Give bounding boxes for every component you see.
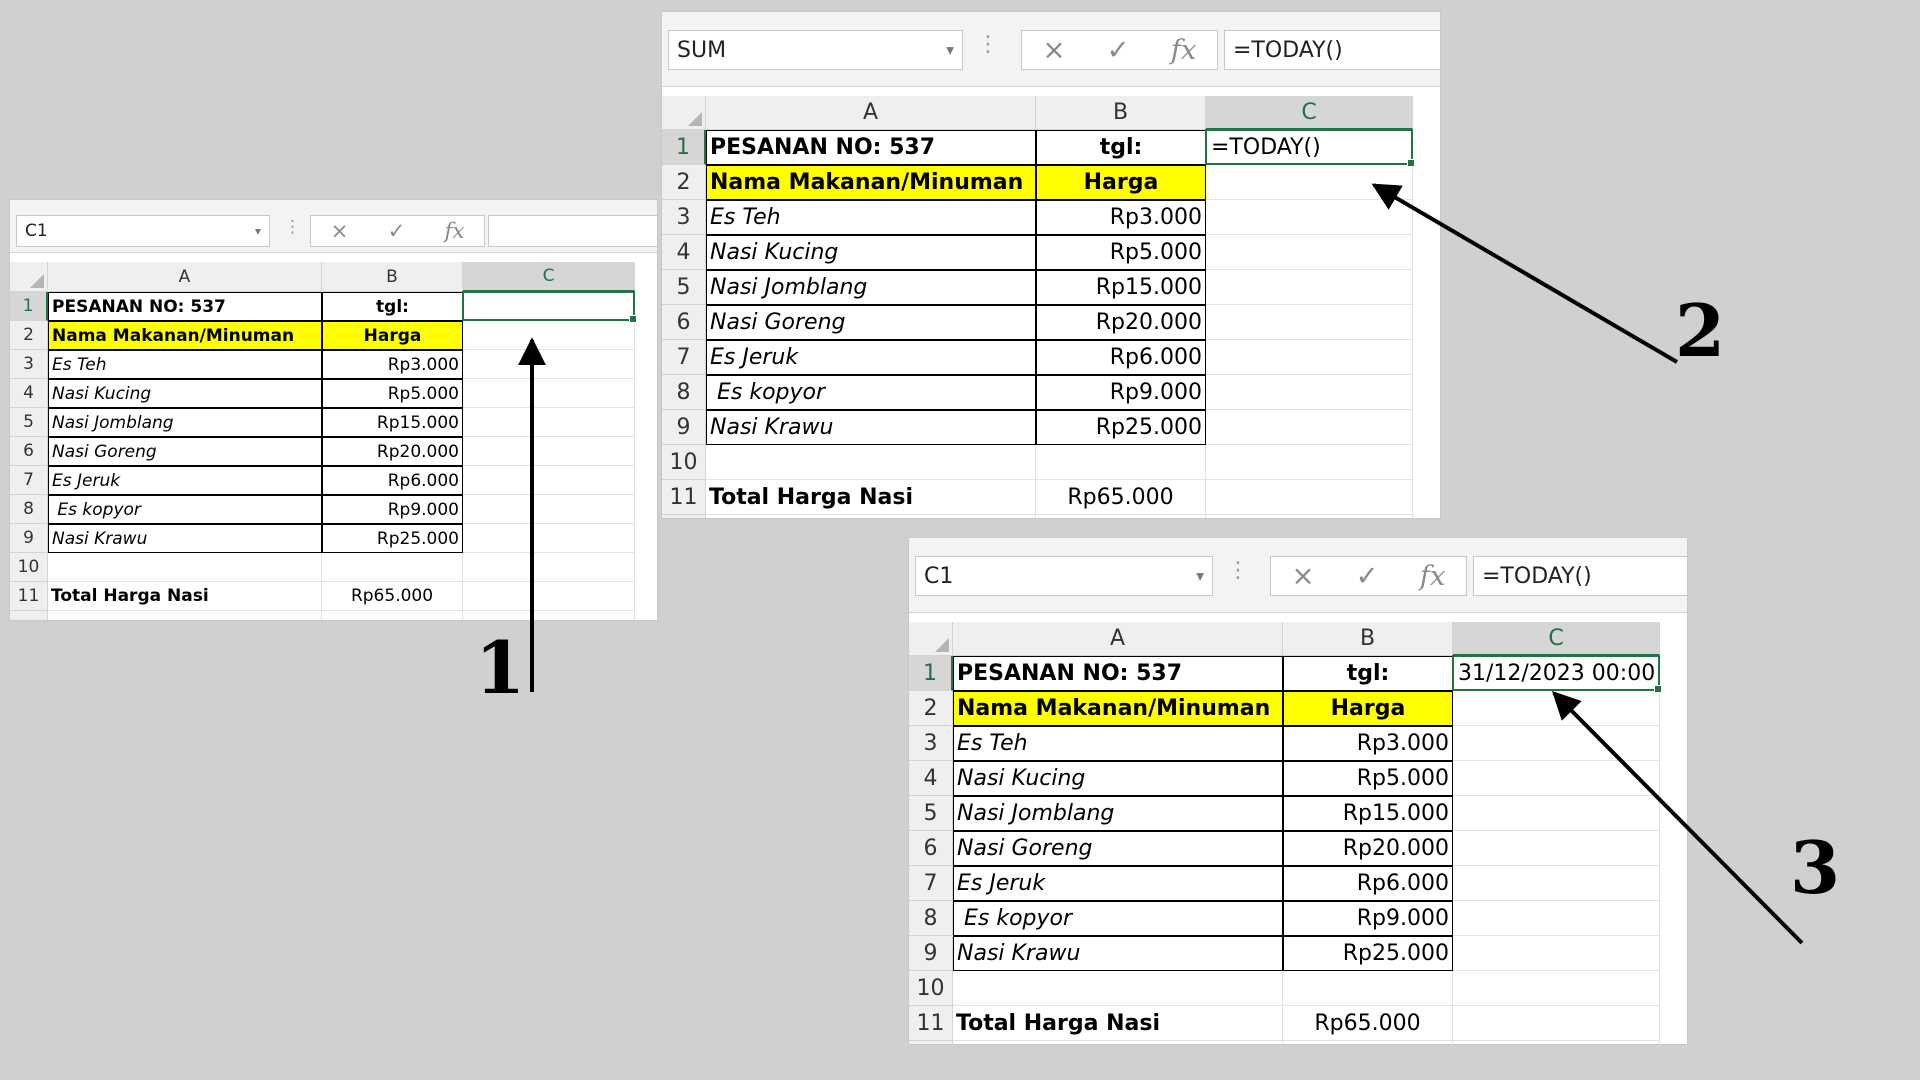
step-label-2: 2: [1675, 288, 1726, 373]
step-label-3: 3: [1790, 825, 1841, 910]
annotation-arrows: [518, 183, 1804, 945]
arrow-3: [1552, 691, 1804, 945]
step-label-1: 1: [475, 625, 526, 710]
arrow-2: [1371, 183, 1679, 364]
